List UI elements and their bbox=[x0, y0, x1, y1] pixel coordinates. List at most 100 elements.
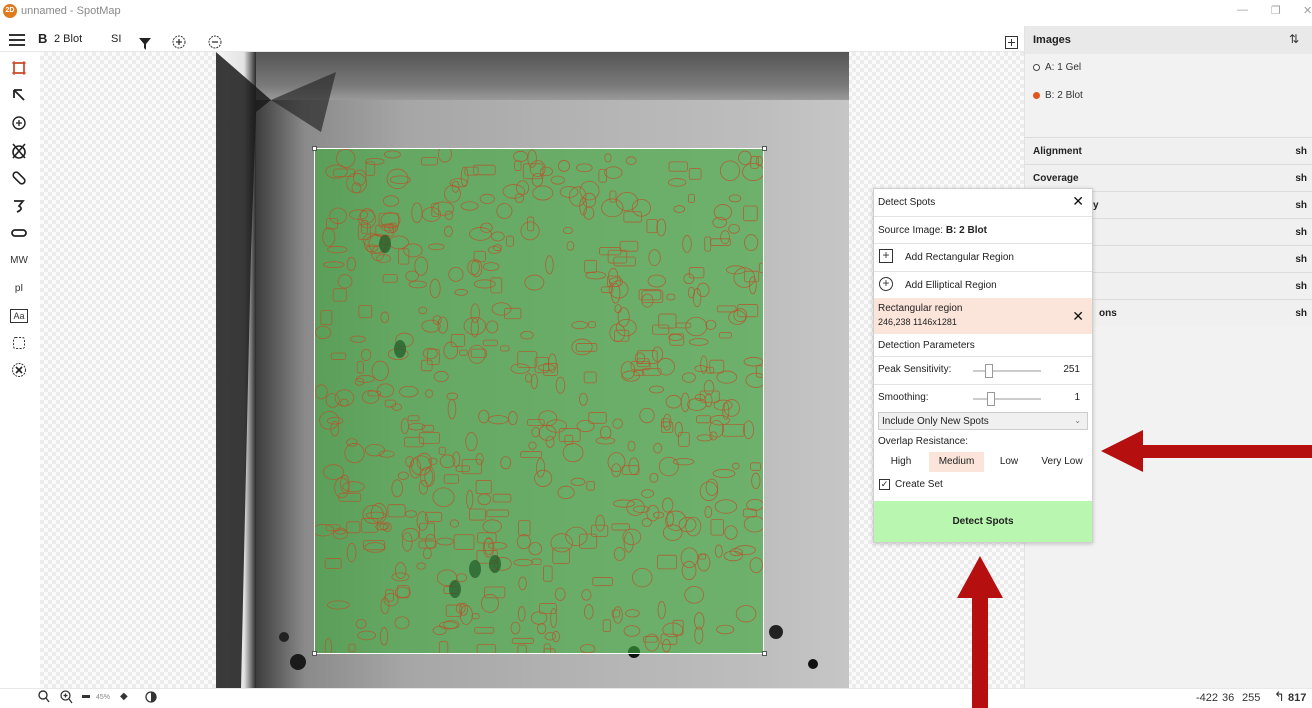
detected-spot[interactable] bbox=[502, 184, 525, 199]
detected-spot[interactable] bbox=[428, 243, 445, 251]
detected-spot[interactable] bbox=[346, 257, 356, 271]
sort-icon[interactable]: ⇅ bbox=[1289, 32, 1299, 46]
detected-spot[interactable] bbox=[487, 542, 508, 550]
detected-spot[interactable] bbox=[539, 166, 553, 177]
detected-spot[interactable] bbox=[496, 203, 513, 219]
detected-spot[interactable] bbox=[576, 163, 593, 173]
detected-spot[interactable] bbox=[371, 360, 389, 382]
detected-spot[interactable] bbox=[482, 339, 498, 347]
detected-spot[interactable] bbox=[751, 472, 761, 489]
detected-spot[interactable] bbox=[490, 231, 505, 242]
detected-spot[interactable] bbox=[453, 534, 475, 550]
detected-spot[interactable] bbox=[376, 383, 395, 398]
region-card[interactable]: Rectangular region 246,238 1146x1281 ✕ bbox=[874, 298, 1092, 334]
detected-spot[interactable] bbox=[699, 481, 719, 501]
detected-spot[interactable] bbox=[583, 371, 597, 384]
detected-spot[interactable] bbox=[632, 505, 650, 514]
rectangle-select-icon[interactable] bbox=[4, 56, 34, 80]
detected-spot[interactable] bbox=[323, 261, 345, 269]
detected-spot[interactable] bbox=[394, 562, 407, 579]
detected-spot[interactable] bbox=[576, 419, 595, 433]
detected-spot[interactable] bbox=[391, 572, 410, 582]
detected-spot[interactable] bbox=[346, 521, 361, 534]
search-icon[interactable] bbox=[38, 690, 50, 707]
detected-spot[interactable] bbox=[380, 627, 389, 646]
detected-spot[interactable] bbox=[685, 516, 702, 537]
detected-spot[interactable] bbox=[685, 316, 708, 337]
detected-spot[interactable] bbox=[613, 547, 626, 561]
detected-spot[interactable] bbox=[697, 553, 711, 572]
detected-spot[interactable] bbox=[732, 462, 740, 470]
detected-spot[interactable] bbox=[537, 623, 547, 635]
detected-spot[interactable] bbox=[380, 597, 390, 615]
detected-spot[interactable] bbox=[602, 619, 611, 633]
detected-spot[interactable] bbox=[338, 492, 362, 502]
detected-spot[interactable] bbox=[477, 532, 497, 544]
detected-spot[interactable] bbox=[688, 267, 705, 279]
detected-spot[interactable] bbox=[401, 532, 413, 552]
detected-spot[interactable] bbox=[492, 244, 503, 252]
detected-spot[interactable] bbox=[418, 479, 429, 495]
detected-spot[interactable] bbox=[475, 480, 492, 495]
detected-spot[interactable] bbox=[530, 611, 548, 625]
detected-spot[interactable] bbox=[579, 180, 600, 201]
detected-spot[interactable] bbox=[344, 443, 365, 464]
dialog-close-icon[interactable]: ✕ bbox=[1072, 193, 1084, 210]
detected-spot[interactable] bbox=[527, 419, 545, 426]
detected-spot[interactable] bbox=[464, 166, 479, 176]
detected-spot[interactable] bbox=[750, 462, 761, 471]
detected-spot[interactable] bbox=[527, 216, 535, 232]
detected-spot[interactable] bbox=[370, 502, 388, 524]
detected-spot[interactable] bbox=[742, 162, 764, 181]
detected-spot[interactable] bbox=[514, 160, 522, 171]
dashed-select-icon[interactable] bbox=[4, 331, 34, 355]
detected-spot[interactable] bbox=[641, 293, 654, 308]
detected-spot[interactable] bbox=[397, 471, 409, 480]
detected-spot[interactable] bbox=[749, 557, 763, 574]
detected-spot[interactable] bbox=[334, 389, 355, 407]
detected-spot[interactable] bbox=[648, 249, 661, 266]
detected-spot[interactable] bbox=[405, 456, 414, 468]
detected-spot[interactable] bbox=[506, 235, 514, 247]
detected-spot[interactable] bbox=[422, 347, 438, 360]
detected-spot[interactable] bbox=[340, 398, 349, 407]
detected-spot[interactable] bbox=[562, 226, 573, 235]
detected-spot[interactable] bbox=[611, 523, 630, 531]
detected-spot[interactable] bbox=[416, 562, 426, 570]
detected-spot[interactable] bbox=[666, 293, 676, 301]
detected-spot[interactable] bbox=[510, 363, 530, 374]
detected-spot[interactable] bbox=[687, 398, 707, 411]
close-window-button[interactable]: ✕ bbox=[1303, 4, 1312, 17]
detected-spot[interactable] bbox=[662, 524, 683, 541]
detected-spot[interactable] bbox=[382, 195, 400, 207]
detected-spot[interactable] bbox=[612, 606, 623, 624]
detected-spot[interactable] bbox=[604, 166, 623, 179]
detected-spot[interactable] bbox=[623, 211, 643, 223]
detected-spot[interactable] bbox=[324, 558, 342, 569]
detected-spot[interactable] bbox=[723, 550, 743, 562]
detected-spot[interactable] bbox=[649, 472, 659, 483]
detected-spot[interactable] bbox=[438, 446, 446, 455]
freehand-icon[interactable] bbox=[4, 194, 34, 218]
detected-spot[interactable] bbox=[653, 443, 663, 454]
detected-spot[interactable] bbox=[418, 432, 441, 444]
detected-spot[interactable] bbox=[595, 436, 616, 445]
detected-spot[interactable] bbox=[682, 235, 692, 253]
detected-spot[interactable] bbox=[649, 385, 664, 394]
detected-spot[interactable] bbox=[365, 443, 385, 457]
detected-spot[interactable] bbox=[518, 576, 527, 591]
detected-spot[interactable] bbox=[696, 415, 712, 424]
detected-spot[interactable] bbox=[530, 373, 538, 390]
detected-spot[interactable] bbox=[661, 418, 671, 428]
detected-spot[interactable] bbox=[327, 245, 348, 254]
detected-spot[interactable] bbox=[425, 533, 437, 550]
detected-spot[interactable] bbox=[500, 456, 512, 470]
detected-spot[interactable] bbox=[348, 643, 356, 653]
detected-spot[interactable] bbox=[700, 355, 708, 374]
detected-spot[interactable] bbox=[388, 235, 409, 250]
detected-spot[interactable] bbox=[411, 202, 423, 224]
detected-spot[interactable] bbox=[336, 149, 356, 168]
detected-spot[interactable] bbox=[688, 338, 709, 346]
detected-spot[interactable] bbox=[673, 205, 686, 213]
detected-spot[interactable] bbox=[558, 160, 570, 172]
